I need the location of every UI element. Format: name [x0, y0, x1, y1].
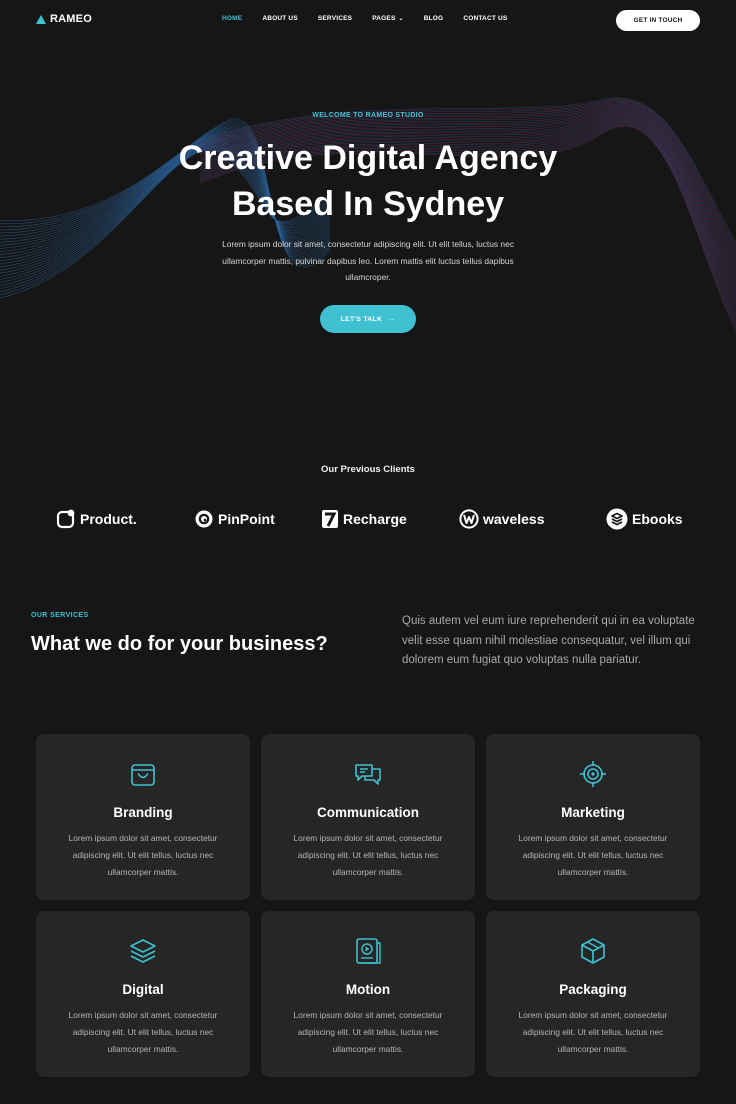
client-logo-ebooks: Ebooks — [606, 506, 683, 532]
client-logos: Product. PinPoint Recharge waveless Eboo… — [0, 506, 736, 532]
chat-bubbles-icon — [355, 764, 381, 785]
nav-item-services[interactable]: SERVICES — [318, 15, 352, 22]
client-logo-waveless: waveless — [459, 506, 545, 532]
client-logo-product: Product. — [56, 506, 137, 532]
card-description: Lorem ipsum dolor sit amet, consectetur … — [518, 1010, 668, 1054]
card-title: Communication — [316, 805, 419, 820]
card-description: Lorem ipsum dolor sit amet, consectetur … — [518, 833, 668, 877]
card-description: Lorem ipsum dolor sit amet, consectetur … — [68, 833, 218, 877]
services-eyebrow: OUR SERVICES — [31, 612, 89, 619]
service-card-motion[interactable]: Motion Lorem ipsum dolor sit amet, conse… — [261, 911, 475, 1077]
hero-eyebrow: WELCOME TO RAMEO STUDIO — [312, 112, 424, 119]
nav-item-pages[interactable]: PAGES ⌄ — [372, 15, 404, 22]
client-name: PinPoint — [218, 511, 275, 527]
recharge-logo-icon — [322, 510, 338, 528]
card-title: Marketing — [561, 805, 625, 820]
lets-talk-button[interactable]: LET'S TALK → — [320, 305, 416, 333]
lets-talk-label: LET'S TALK — [340, 315, 383, 323]
hero-subtitle: Lorem ipsum dolor sit amet, consectetur … — [222, 239, 514, 282]
card-description: Lorem ipsum dolor sit amet, consectetur … — [293, 1010, 443, 1054]
service-card-branding[interactable]: Branding Lorem ipsum dolor sit amet, con… — [36, 734, 250, 900]
arrow-right-icon: → — [388, 315, 396, 323]
get-in-touch-button[interactable]: GET IN TOUCH — [616, 10, 700, 31]
nav-item-about[interactable]: ABOUT US — [262, 15, 298, 22]
brand-logo[interactable]: RAMEO — [36, 13, 92, 25]
brand-name: RAMEO — [50, 13, 92, 25]
client-logo-recharge: Recharge — [321, 506, 407, 532]
card-description: Lorem ipsum dolor sit amet, consectetur … — [293, 833, 443, 877]
waveless-logo-icon — [459, 509, 479, 529]
target-crosshair-icon — [580, 761, 606, 787]
hero-wave-decoration — [0, 97, 736, 332]
client-name: Recharge — [343, 511, 407, 527]
services-title: What we do for your business? — [31, 633, 328, 655]
product-logo-icon — [56, 509, 75, 529]
client-name: Product. — [80, 511, 137, 527]
layers-stack-icon — [130, 939, 156, 963]
video-player-icon — [356, 938, 381, 964]
client-name: Ebooks — [632, 511, 683, 527]
chevron-down-icon: ⌄ — [398, 16, 404, 22]
service-card-marketing[interactable]: Marketing Lorem ipsum dolor sit amet, co… — [486, 734, 700, 900]
client-name: waveless — [483, 511, 545, 527]
card-title: Motion — [345, 982, 391, 997]
pinpoint-logo-icon — [195, 510, 213, 528]
service-card-digital[interactable]: Digital Lorem ipsum dolor sit amet, cons… — [36, 911, 250, 1077]
shopping-bag-icon — [131, 764, 155, 786]
hero-title: Creative Digital Agency Based In Sydney — [0, 135, 736, 227]
clients-heading: Our Previous Clients — [321, 464, 415, 475]
hero-title-line-2: Based In Sydney — [231, 185, 505, 223]
card-title: Digital — [122, 982, 164, 997]
nav-item-home[interactable]: HOME — [222, 15, 242, 22]
hero-title-line-1: Creative Digital Agency — [178, 139, 558, 177]
logo-triangle-icon — [36, 14, 46, 24]
top-navigation: RAMEO HOME ABOUT US SERVICES PAGES ⌄ BLOG… — [0, 0, 736, 40]
services-intro: Quis autem vel eum iure reprehenderit qu… — [402, 615, 695, 666]
card-title: Packaging — [559, 982, 627, 997]
main-menu: HOME ABOUT US SERVICES PAGES ⌄ BLOG CONTA… — [222, 15, 527, 22]
card-description: Lorem ipsum dolor sit amet, consectetur … — [68, 1010, 218, 1054]
package-box-icon — [581, 938, 605, 964]
ebooks-logo-icon — [606, 508, 628, 530]
service-card-packaging[interactable]: Packaging Lorem ipsum dolor sit amet, co… — [486, 911, 700, 1077]
nav-item-pages-label: PAGES — [372, 15, 396, 22]
service-card-communication[interactable]: Communication Lorem ipsum dolor sit amet… — [261, 734, 475, 900]
client-logo-pinpoint: PinPoint — [194, 506, 275, 532]
card-title: Branding — [113, 805, 173, 820]
nav-item-contact[interactable]: CONTACT US — [463, 15, 507, 22]
nav-item-blog[interactable]: BLOG — [424, 15, 444, 22]
